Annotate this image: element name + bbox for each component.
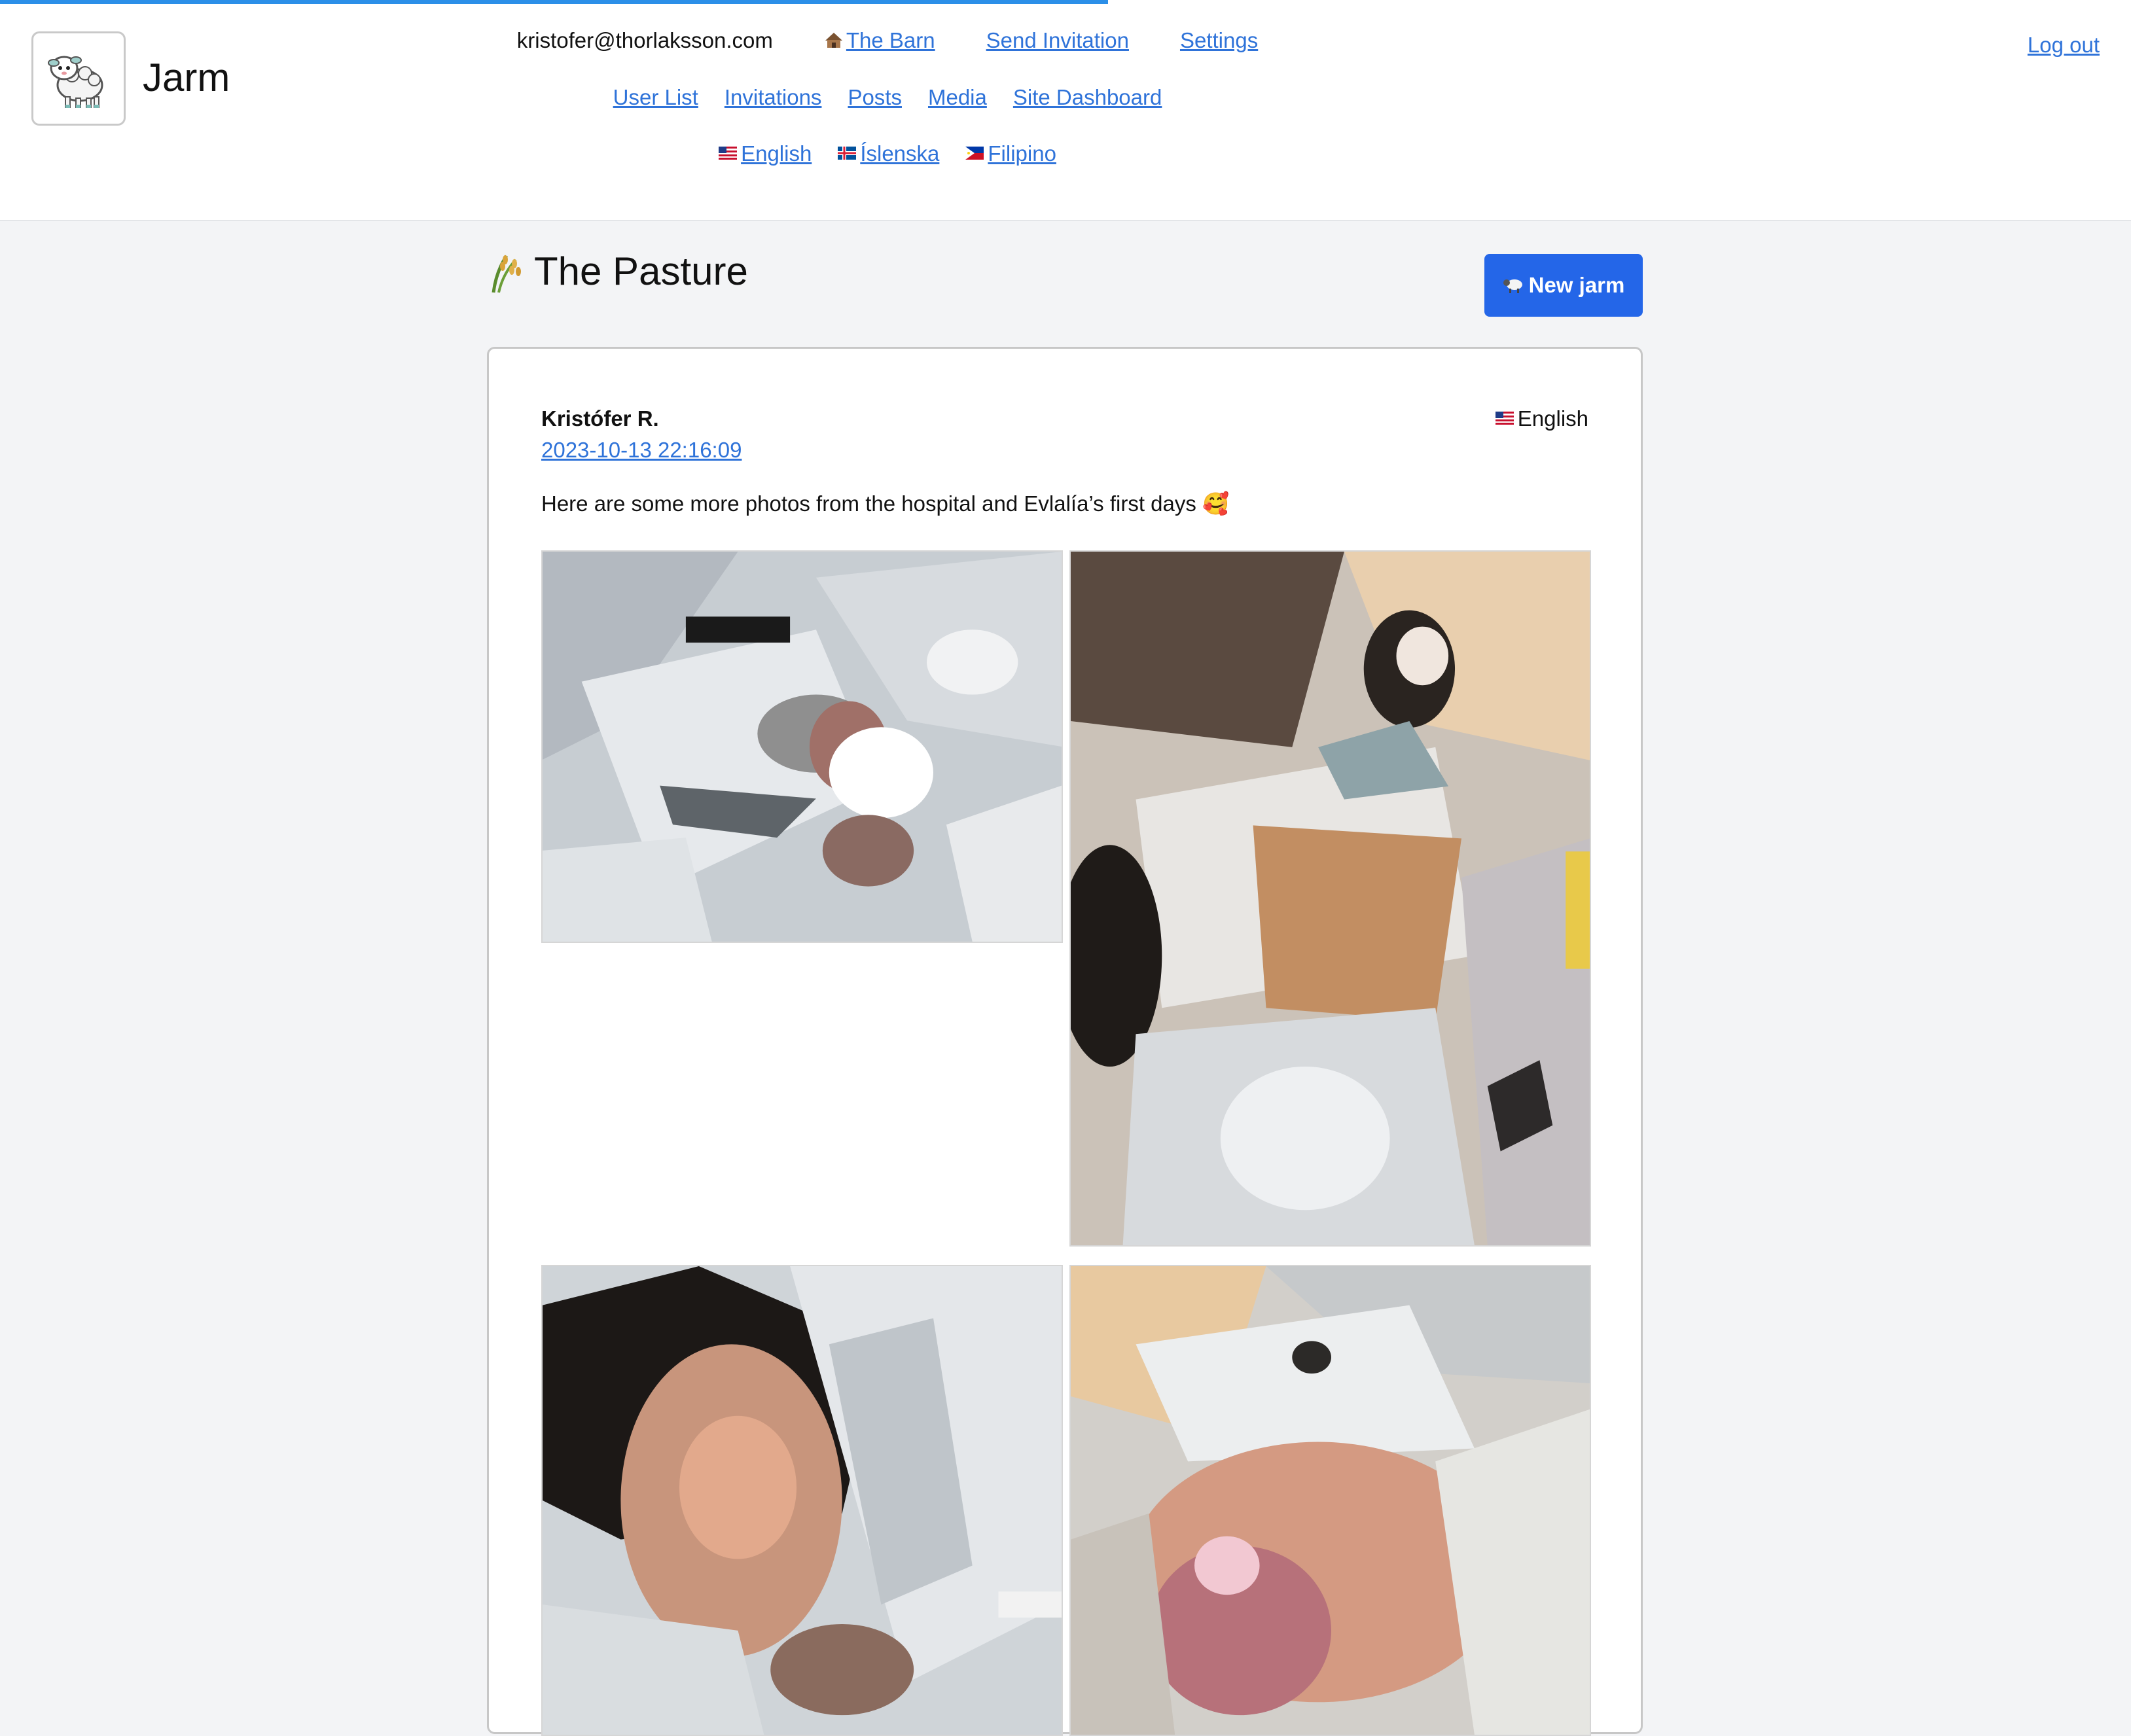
sheep-icon <box>1503 279 1522 293</box>
top-header: Jarm kristofer@thorlaksson.com The Barn … <box>0 0 2131 221</box>
post-photo[interactable] <box>541 550 1063 943</box>
user-email: kristofer@thorlaksson.com <box>516 28 773 52</box>
page-load-progress-bar <box>0 0 1109 4</box>
nav-link-barn-label: The Barn <box>846 28 935 52</box>
nav-link-media[interactable]: Media <box>928 85 987 110</box>
nav-link-site-dashboard[interactable]: Site Dashboard <box>1013 85 1162 110</box>
iceland-flag-icon <box>838 147 857 160</box>
admin-nav: User List Invitations Posts Media Site D… <box>0 85 1775 110</box>
post-photo[interactable] <box>541 1265 1063 1736</box>
language-switcher: English Íslenska Filipino <box>0 141 1775 166</box>
page-title: The Pasture <box>534 249 748 293</box>
hut-icon <box>825 33 842 48</box>
post-photo[interactable] <box>1069 550 1591 1247</box>
nav-link-invitations[interactable]: Invitations <box>725 85 822 110</box>
language-label-english: English <box>741 141 812 166</box>
photo-image <box>543 552 1062 942</box>
new-jarm-label: New jarm <box>1528 273 1625 297</box>
post-language-label: English <box>1517 406 1588 431</box>
post-author: Kristófer R. <box>541 406 659 431</box>
nav-link-posts[interactable]: Posts <box>848 85 902 110</box>
new-jarm-button[interactable]: New jarm <box>1484 254 1643 317</box>
language-label-filipino: Filipino <box>988 141 1056 166</box>
language-link-icelandic[interactable]: Íslenska <box>838 141 939 166</box>
post-photo[interactable] <box>1069 1265 1591 1736</box>
post-card: Kristófer R. 2023-10-13 22:16:09 English… <box>487 347 1643 1736</box>
us-flag-icon <box>719 147 738 160</box>
rice-sheaf-icon <box>492 255 521 293</box>
post-date-link[interactable]: 2023-10-13 22:16:09 <box>541 438 742 463</box>
logout-link[interactable]: Log out <box>2028 33 2100 58</box>
language-label-icelandic: Íslenska <box>860 141 940 166</box>
language-link-filipino[interactable]: Filipino <box>965 141 1056 166</box>
photo-image <box>1071 1266 1590 1735</box>
photo-image <box>1071 552 1590 1245</box>
nav-link-settings[interactable]: Settings <box>1180 28 1258 53</box>
main-nav: kristofer@thorlaksson.com The Barn Send … <box>0 28 1775 53</box>
language-link-english[interactable]: English <box>719 141 812 166</box>
photo-image <box>543 1266 1062 1735</box>
nav-link-barn[interactable]: The Barn <box>824 28 935 53</box>
philippines-flag-icon <box>965 147 984 160</box>
post-text: Here are some more photos from the hospi… <box>541 491 1230 516</box>
nav-link-user-list[interactable]: User List <box>613 85 698 110</box>
post-language: English <box>1495 406 1588 431</box>
nav-link-send-invitation[interactable]: Send Invitation <box>986 28 1129 53</box>
us-flag-icon <box>1495 412 1514 425</box>
